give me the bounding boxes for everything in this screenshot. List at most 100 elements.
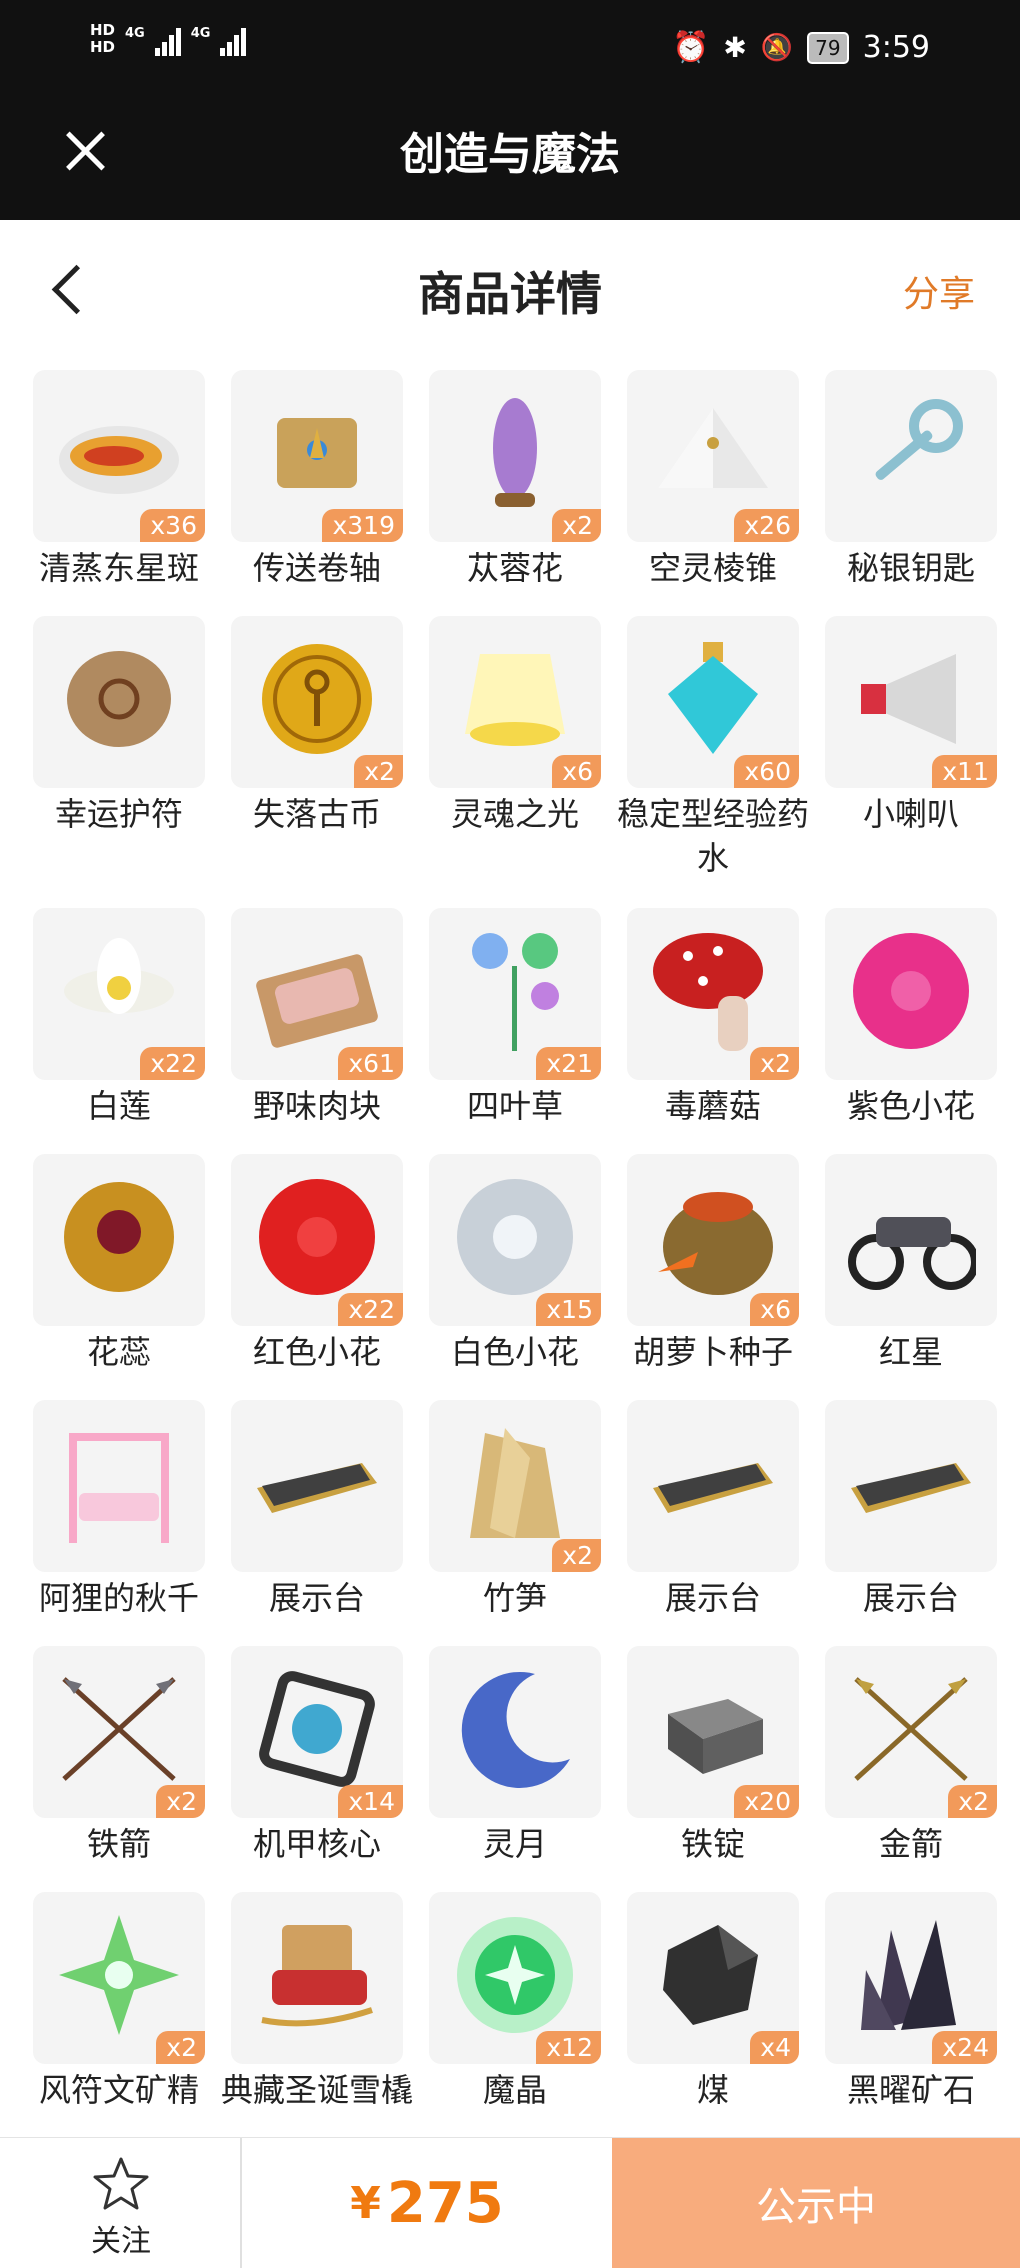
system-indicators: ⏰ ✱ 🔕 79 3:59 [672,30,930,65]
item-thumbnail [429,1646,601,1818]
item-card[interactable]: x14 机甲核心 [218,1646,416,1892]
quantity-badge: x15 [536,1293,601,1326]
item-name: 清蒸东星斑 [38,549,199,587]
item-card[interactable]: x61 野味肉块 [218,908,416,1154]
item-name: 竹笋 [482,1579,547,1617]
mute-icon: 🔕 [760,32,794,63]
item-name: 红星 [878,1333,943,1371]
swing-icon [69,1433,169,1543]
item-card[interactable]: x2 失落古币 [218,616,416,908]
item-thumbnail: x2 [627,908,799,1080]
item-thumbnail: x20 [627,1646,799,1818]
item-thumbnail [231,1400,403,1572]
item-card[interactable]: x319 传送卷轴 [218,370,416,616]
item-card[interactable]: x4 煤 [614,1892,812,2138]
quantity-badge: x24 [932,2031,997,2064]
item-card[interactable]: 展示台 [614,1400,812,1646]
item-card[interactable]: 秘银钥匙 [812,370,1010,616]
item-thumbnail: x22 [33,908,205,1080]
item-card[interactable]: x22 白莲 [20,908,218,1154]
item-name: 苁蓉花 [466,549,563,587]
quantity-badge: x2 [750,1047,799,1080]
item-name: 稳定型经验药水 [616,795,809,877]
item-name: 红色小花 [252,1333,381,1371]
meat-icon [256,954,378,1048]
signal-1-icon [154,22,181,56]
item-name: 铁箭 [86,1825,151,1863]
item-name: 阿狸的秋千 [38,1579,199,1617]
quantity-badge: x319 [322,509,403,542]
follow-button[interactable]: 关注 [0,2138,242,2268]
purple-flower-icon [853,933,969,1049]
item-card[interactable]: 花蕊 [20,1154,218,1400]
item-card[interactable]: 典藏圣诞雪橇 [218,1892,416,2138]
item-card[interactable]: x36 清蒸东星斑 [20,370,218,616]
item-name: 机甲核心 [252,1825,381,1863]
network-1-label: 4G [125,26,145,41]
item-card[interactable]: x22 红色小花 [218,1154,416,1400]
item-card[interactable]: x11 小喇叭 [812,616,1010,908]
item-card[interactable]: 红星 [812,1154,1010,1400]
item-thumbnail [825,1400,997,1572]
item-thumbnail: x24 [825,1892,997,2064]
item-card[interactable]: x2 风符文矿精 [20,1892,218,2138]
clover-icon [472,933,559,1051]
quantity-badge: x20 [734,1785,799,1818]
app-title: 创造与魔法 [400,129,620,180]
share-button[interactable]: 分享 [903,265,975,317]
item-card[interactable]: 幸运护符 [20,616,218,908]
item-thumbnail [33,616,205,788]
white-flower-icon [457,1179,573,1295]
item-card[interactable]: x2 毒蘑菇 [614,908,812,1154]
wind-rune-icon [59,1915,179,2035]
item-card[interactable]: x60 稳定型经验药水 [614,616,812,908]
item-thumbnail [231,1892,403,2064]
item-card[interactable]: x2 竹笋 [416,1400,614,1646]
item-thumbnail: x60 [627,616,799,788]
quantity-badge: x2 [552,1539,601,1572]
quantity-badge: x4 [750,2031,799,2064]
page-header: 商品详情 分享 [0,220,1020,355]
page-title: 商品详情 [418,267,602,321]
item-thumbnail: x61 [231,908,403,1080]
follow-label: 关注 [91,2224,151,2259]
item-thumbnail: x2 [429,1400,601,1572]
item-name: 典藏圣诞雪橇 [220,2071,413,2109]
item-name: 紫色小花 [846,1087,975,1125]
item-card[interactable]: x24 黑曜矿石 [812,1892,1010,2138]
item-name: 失落古币 [252,795,381,833]
item-name: 胡萝卜种子 [632,1333,793,1371]
item-card[interactable]: 紫色小花 [812,908,1010,1154]
item-card[interactable]: x15 白色小花 [416,1154,614,1400]
item-card[interactable]: x2 铁箭 [20,1646,218,1892]
item-card[interactable]: x12 魔晶 [416,1892,614,2138]
item-card[interactable]: 灵月 [416,1646,614,1892]
megaphone-icon [861,654,956,744]
item-card[interactable]: x6 胡萝卜种子 [614,1154,812,1400]
item-thumbnail [33,1400,205,1572]
item-thumbnail [627,1400,799,1572]
item-card[interactable]: x26 空灵棱锥 [614,370,812,616]
item-name: 秘银钥匙 [846,549,975,587]
public-status-button[interactable]: 公示中 [612,2138,1020,2268]
item-card[interactable]: x6 灵魂之光 [416,616,614,908]
item-name: 灵月 [482,1825,547,1863]
seed-bag-icon [658,1192,773,1295]
item-name: 白色小花 [450,1333,579,1371]
item-name: 灵魂之光 [450,795,579,833]
item-card[interactable]: x20 铁锭 [614,1646,812,1892]
item-thumbnail: x4 [627,1892,799,2064]
item-card[interactable]: x2 金箭 [812,1646,1010,1892]
quantity-badge: x14 [338,1785,403,1818]
quantity-badge: x6 [750,1293,799,1326]
item-card[interactable]: 展示台 [812,1400,1010,1646]
item-card[interactable]: x2 苁蓉花 [416,370,614,616]
item-card[interactable]: x21 四叶草 [416,908,614,1154]
item-grid: x36 清蒸东星斑 x319 传送卷轴 x2 苁蓉花 x26 空灵棱锥 秘银钥匙 幸运护符 x2 失落… [20,370,1010,2138]
item-name: 展示台 [862,1579,959,1617]
item-name: 小喇叭 [862,795,959,833]
item-card[interactable]: 阿狸的秋千 [20,1400,218,1646]
item-name: 煤 [696,2071,729,2109]
quantity-badge: x26 [734,509,799,542]
item-card[interactable]: 展示台 [218,1400,416,1646]
